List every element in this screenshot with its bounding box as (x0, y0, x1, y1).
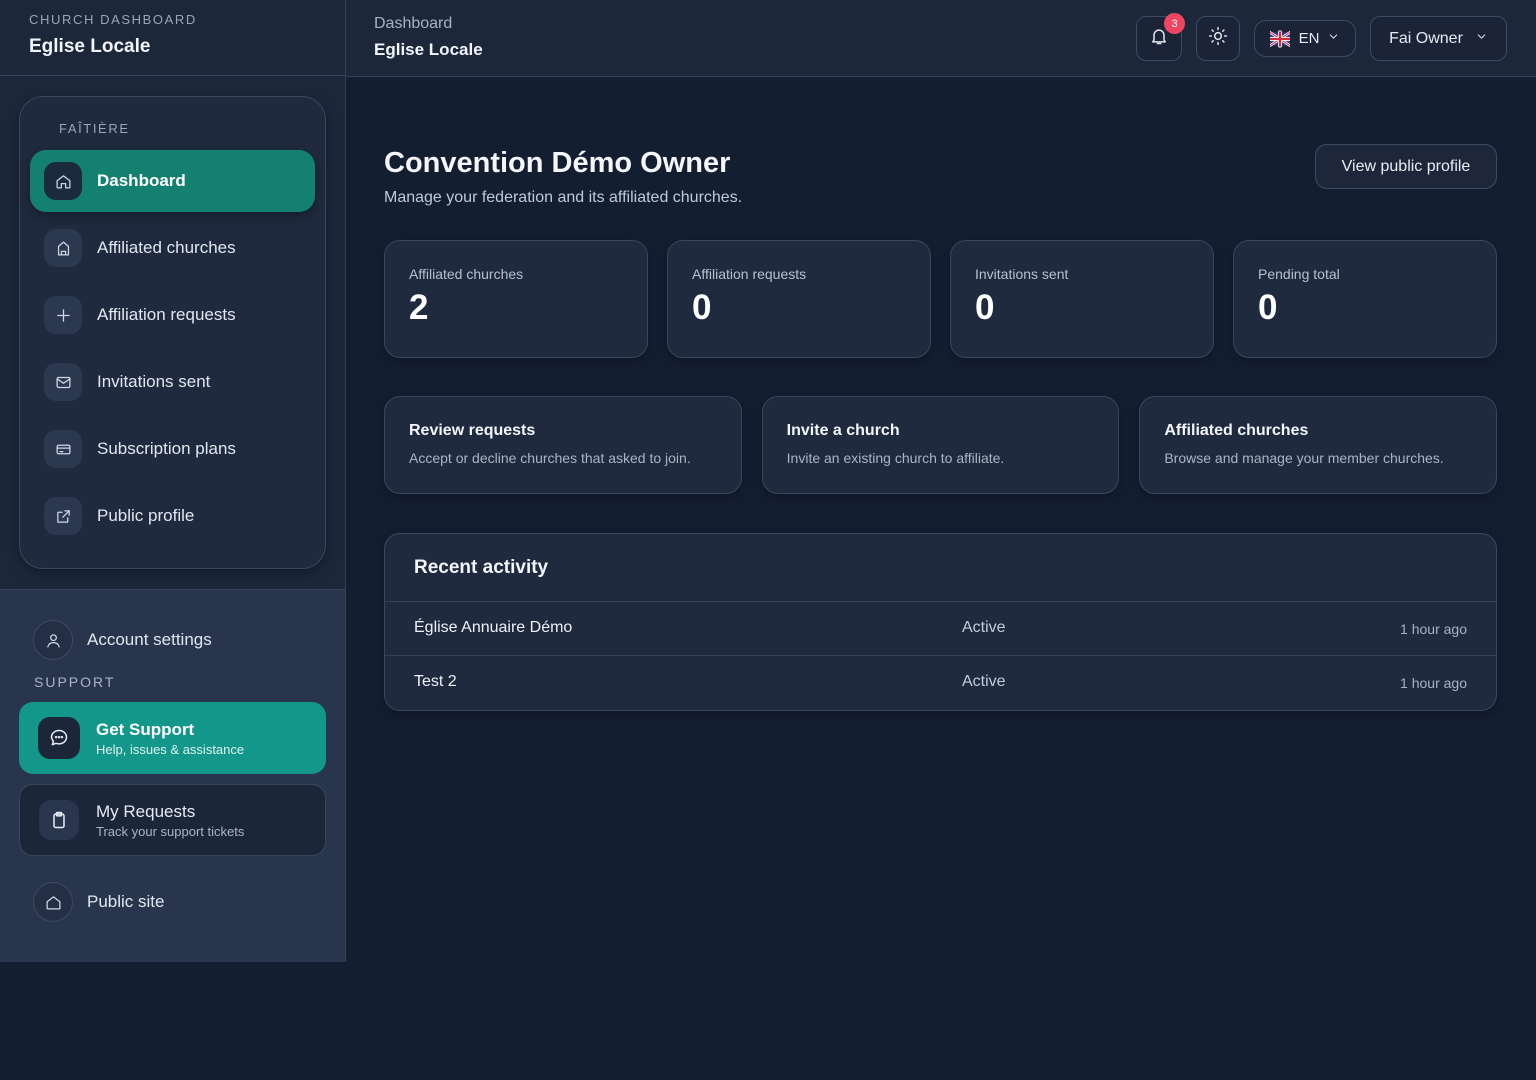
sidebar: CHURCH DASHBOARD Eglise Locale FAÎTIÈRE … (0, 0, 346, 962)
action-title: Review requests (409, 422, 536, 439)
theme-toggle-button[interactable] (1196, 16, 1240, 61)
nav-wrapper: FAÎTIÈRE Dashboard Affiliated churches A… (0, 76, 345, 590)
public-site-link[interactable]: Public site (19, 880, 326, 924)
user-name: Fai Owner (1389, 29, 1463, 47)
get-support-subtitle: Help, issues & assistance (96, 741, 245, 757)
home-icon (44, 162, 82, 200)
clipboard-icon (39, 800, 79, 840)
public-site-label: Public site (87, 892, 165, 911)
action-title: Affiliated churches (1164, 422, 1309, 439)
my-requests-title: My Requests (96, 801, 196, 821)
sidebar-item-public-profile[interactable]: Public profile (30, 485, 315, 547)
chevron-down-icon (1475, 30, 1488, 48)
action-title: Invite a church (786, 422, 900, 439)
stat-value: 0 (1258, 288, 1278, 327)
sidebar-item-label: Dashboard (97, 171, 186, 190)
stat-card-affiliation-requests: Affiliation requests 0 (667, 240, 931, 358)
church-icon (44, 229, 82, 267)
notifications-button[interactable]: 3 (1136, 13, 1185, 61)
stat-card-affiliated-churches: Affiliated churches 2 (384, 240, 648, 358)
support-section-label: SUPPORT (34, 674, 116, 690)
invite-church-card[interactable]: Invite a church Invite an existing churc… (761, 396, 1120, 494)
my-requests-subtitle: Track your support tickets (96, 823, 245, 839)
uk-flag-icon (1269, 29, 1290, 48)
action-description: Accept or decline churches that asked to… (409, 450, 691, 466)
affiliated-churches-card[interactable]: Affiliated churches Browse and manage yo… (1139, 396, 1498, 494)
credit-card-icon (44, 430, 82, 468)
sidebar-item-label: Affiliation requests (97, 305, 236, 324)
table-row[interactable]: Test 2 Active 1 hour ago (385, 656, 1496, 710)
brand-kicker: CHURCH DASHBOARD (29, 12, 197, 27)
brand-title: Eglise Locale (29, 36, 151, 57)
account-settings-link[interactable]: Account settings (19, 618, 326, 662)
language-selector[interactable]: EN (1254, 20, 1356, 57)
view-public-profile-button[interactable]: View public profile (1315, 144, 1497, 189)
nav-section-label: FAÎTIÈRE (59, 121, 130, 136)
plus-icon (44, 296, 82, 334)
activity-time: 1 hour ago (1400, 621, 1467, 637)
action-description: Browse and manage your member churches. (1164, 450, 1444, 466)
home-icon (33, 882, 73, 922)
stat-card-invitations-sent: Invitations sent 0 (950, 240, 1214, 358)
language-label: EN (1298, 30, 1320, 47)
stats-row: Affiliated churches 2 Affiliation reques… (384, 240, 1497, 358)
breadcrumb: Dashboard (374, 15, 453, 32)
activity-church-name: Test 2 (414, 673, 457, 690)
stat-label: Invitations sent (975, 266, 1069, 282)
user-icon (33, 620, 73, 660)
chevron-down-icon (1327, 30, 1340, 48)
sidebar-bottom: Account settings SUPPORT Get Support Hel… (0, 590, 345, 924)
notification-badge: 3 (1164, 13, 1185, 34)
user-menu-button[interactable]: Fai Owner (1370, 16, 1507, 61)
stat-label: Pending total (1258, 266, 1340, 282)
stat-value: 0 (692, 288, 712, 327)
stat-label: Affiliated churches (409, 266, 524, 282)
action-description: Invite an existing church to affiliate. (786, 450, 1005, 466)
sidebar-item-dashboard[interactable]: Dashboard (30, 150, 315, 212)
stat-value: 2 (409, 288, 429, 327)
sidebar-item-label: Public profile (97, 506, 195, 525)
review-requests-card[interactable]: Review requests Accept or decline church… (384, 396, 742, 494)
activity-status: Active (962, 619, 1006, 636)
sidebar-item-label: Invitations sent (97, 372, 211, 391)
activity-status: Active (962, 673, 1006, 690)
sidebar-item-invitations-sent[interactable]: Invitations sent (30, 351, 315, 413)
stat-label: Affiliation requests (692, 266, 807, 282)
table-row[interactable]: Église Annuaire Démo Active 1 hour ago (385, 602, 1496, 656)
my-requests-button[interactable]: My Requests Track your support tickets (19, 784, 326, 856)
get-support-button[interactable]: Get Support Help, issues & assistance (19, 702, 326, 774)
sidebar-item-label: Subscription plans (97, 439, 236, 458)
sidebar-item-subscription-plans[interactable]: Subscription plans (30, 418, 315, 480)
account-settings-label: Account settings (87, 630, 212, 649)
recent-activity-title: Recent activity (385, 534, 1496, 602)
sidebar-item-affiliated-churches[interactable]: Affiliated churches (30, 217, 315, 279)
chat-icon (38, 717, 80, 759)
stat-value: 0 (975, 288, 995, 327)
activity-time: 1 hour ago (1400, 675, 1467, 691)
mail-icon (44, 363, 82, 401)
activity-church-name: Église Annuaire Démo (414, 619, 573, 636)
stat-card-pending-total: Pending total 0 (1233, 240, 1497, 358)
recent-activity-panel: Recent activity Église Annuaire Démo Act… (384, 533, 1497, 711)
sidebar-item-label: Affiliated churches (97, 238, 236, 257)
topbar-subtitle: Eglise Locale (374, 40, 483, 59)
get-support-title: Get Support (96, 719, 195, 739)
sun-icon (1208, 26, 1228, 51)
sidebar-item-affiliation-requests[interactable]: Affiliation requests (30, 284, 315, 346)
page-subtitle: Manage your federation and its affiliate… (384, 189, 743, 206)
page-title: Convention Démo Owner (384, 147, 731, 179)
main-nav: FAÎTIÈRE Dashboard Affiliated churches A… (19, 96, 326, 569)
top-bar: Dashboard Eglise Locale 3 EN Fai Owner (346, 0, 1536, 77)
quick-actions: Review requests Accept or decline church… (384, 396, 1498, 494)
external-link-icon (44, 497, 82, 535)
brand-header: CHURCH DASHBOARD Eglise Locale (0, 0, 345, 76)
